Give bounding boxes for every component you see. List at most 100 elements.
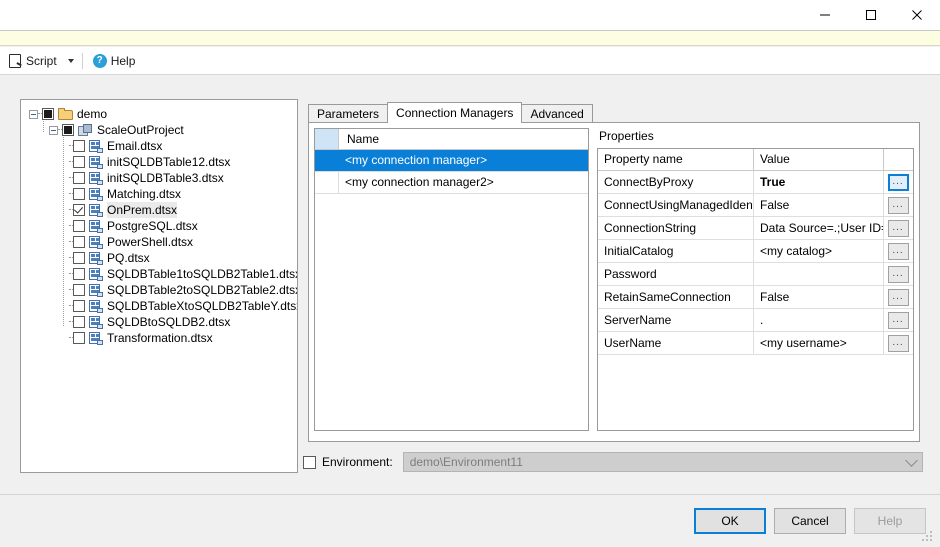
tree-item-package[interactable]: Email.dtsx [29, 138, 297, 154]
connection-manager-list[interactable]: Name <my connection manager> <my connecti… [314, 128, 589, 431]
connection-manager-row[interactable]: <my connection manager> [315, 150, 588, 172]
property-row[interactable]: Password... [598, 263, 913, 286]
property-value-cell[interactable]: Data Source=.;User ID=... [754, 217, 884, 239]
tree-item-package[interactable]: initSQLDBTable3.dtsx [29, 170, 297, 186]
dtsx-package-icon [89, 251, 103, 265]
expander-icon[interactable] [29, 109, 38, 119]
tab-advanced[interactable]: Advanced [521, 104, 593, 123]
tree-item-package[interactable]: SQLDBTable1toSQLDB2Table1.dtsx [29, 266, 297, 282]
tree-item-package[interactable]: PostgreSQL.dtsx [29, 218, 297, 234]
help-circle-icon: ? [92, 53, 107, 68]
tree-item-package-label: OnPrem.dtsx [107, 202, 178, 218]
property-value-cell[interactable] [754, 263, 884, 285]
checkbox-package[interactable] [73, 172, 85, 184]
tree-item-package-label: Matching.dtsx [107, 187, 182, 201]
tab-strip: Parameters Connection Managers Advanced [308, 102, 593, 123]
property-ellipsis-button[interactable]: ... [887, 196, 909, 214]
maximize-button[interactable] [848, 0, 894, 30]
properties-title: Properties [599, 129, 654, 143]
property-name-cell: Password [598, 263, 754, 285]
dtsx-package-icon [89, 155, 103, 169]
property-row[interactable]: ConnectionStringData Source=.;User ID=..… [598, 217, 913, 240]
property-ellipsis-button[interactable]: ... [887, 219, 909, 237]
tree-item-package[interactable]: SQLDBTable2toSQLDB2Table2.dtsx [29, 282, 297, 298]
tree-item-package[interactable]: Matching.dtsx [29, 186, 297, 202]
minimize-button[interactable] [802, 0, 848, 30]
tree-item-package[interactable]: SQLDBTableXtoSQLDB2TableY.dtsx [29, 298, 297, 314]
dtsx-package-icon [89, 187, 103, 201]
tree-item-package[interactable]: SQLDBtoSQLDB2.dtsx [29, 314, 297, 330]
checkbox-project[interactable] [62, 124, 74, 136]
property-row[interactable]: RetainSameConnection False... [598, 286, 913, 309]
tab-parameters[interactable]: Parameters [308, 104, 389, 123]
property-row[interactable]: ServerName.... [598, 309, 913, 332]
property-value-cell[interactable]: . [754, 309, 884, 331]
tree-item-package-label: PostgreSQL.dtsx [107, 219, 198, 233]
tree-item-package[interactable]: OnPrem.dtsx [29, 202, 297, 218]
cancel-button[interactable]: Cancel [774, 508, 846, 534]
dtsx-package-icon [89, 219, 103, 233]
checkbox-package[interactable] [73, 252, 85, 264]
checkbox-package[interactable] [73, 300, 85, 312]
connection-manager-name-cell: <my connection manager2> [345, 175, 494, 189]
checkbox-package[interactable] [73, 220, 85, 232]
properties-grid[interactable]: Property name Value ConnectByProxy True..… [597, 148, 914, 431]
property-ellipsis-button[interactable]: ... [887, 311, 909, 329]
checkbox-package[interactable] [73, 236, 85, 248]
dtsx-package-icon [89, 267, 103, 281]
property-ellipsis-button[interactable]: ... [887, 173, 909, 191]
close-button[interactable] [894, 0, 940, 30]
property-row[interactable]: UserName <my username>... [598, 332, 913, 355]
checkbox-package[interactable] [73, 204, 85, 216]
checkbox-package[interactable] [73, 156, 85, 168]
property-value-cell[interactable]: False [754, 286, 884, 308]
property-ellipsis-button[interactable]: ... [887, 242, 909, 260]
checkbox-package[interactable] [73, 188, 85, 200]
property-value-cell[interactable]: True [754, 171, 884, 193]
property-name-cell: ConnectionString [598, 217, 754, 239]
tab-connection-managers[interactable]: Connection Managers [387, 102, 523, 123]
connection-manager-row[interactable]: <my connection manager2> [315, 172, 588, 194]
property-action-cell: ... [884, 194, 912, 216]
properties-grid-header: Property name Value [598, 149, 913, 171]
tree-item-package[interactable]: initSQLDBTable12.dtsx [29, 154, 297, 170]
checkbox-package[interactable] [73, 268, 85, 280]
property-value-cell[interactable]: <my catalog> [754, 240, 884, 262]
property-row[interactable]: ConnectUsingManagedIdentity False... [598, 194, 913, 217]
tree-item-package[interactable]: Transformation.dtsx [29, 330, 297, 346]
tree-item-package-label: SQLDBTable2toSQLDB2Table2.dtsx [107, 283, 298, 297]
dtsx-package-icon [89, 235, 103, 249]
tree-item-package[interactable]: PowerShell.dtsx [29, 234, 297, 250]
checkbox-root[interactable] [42, 108, 54, 120]
tree-item-package[interactable]: PQ.dtsx [29, 250, 297, 266]
property-ellipsis-button[interactable]: ... [887, 288, 909, 306]
property-value-cell[interactable]: <my username> [754, 332, 884, 354]
connection-manager-list-header: Name [315, 129, 588, 150]
property-value-cell[interactable]: False [754, 194, 884, 216]
title-bar [0, 0, 940, 30]
help-button-toolbar[interactable]: ? Help [89, 50, 140, 72]
toolbar: Script ? Help [0, 47, 940, 75]
ok-button[interactable]: OK [694, 508, 766, 534]
checkbox-package[interactable] [73, 140, 85, 152]
resize-grip[interactable] [922, 531, 934, 543]
package-tree[interactable]: demo ScaleOutProject Email.dtsx initSQLDB… [20, 99, 298, 473]
tree-item-root[interactable]: demo [29, 106, 297, 122]
environment-combobox[interactable]: demo\Environment11 [402, 452, 923, 472]
property-row[interactable]: ConnectByProxy True... [598, 171, 913, 194]
footer-divider [0, 494, 940, 495]
property-ellipsis-button[interactable]: ... [887, 334, 909, 352]
property-row[interactable]: InitialCatalog <my catalog>... [598, 240, 913, 263]
property-ellipsis-button[interactable]: ... [887, 265, 909, 283]
checkbox-package[interactable] [73, 316, 85, 328]
checkbox-package[interactable] [73, 332, 85, 344]
expander-icon[interactable] [49, 125, 58, 135]
column-header-property-name: Property name [598, 149, 754, 170]
environment-checkbox[interactable] [303, 455, 316, 469]
dtsx-package-icon [89, 315, 103, 329]
checkbox-package[interactable] [73, 284, 85, 296]
row-indicator-cell [315, 150, 339, 171]
script-button[interactable]: Script [4, 50, 61, 72]
script-dropdown-icon[interactable] [67, 58, 74, 63]
tree-item-project[interactable]: ScaleOutProject [29, 122, 297, 138]
